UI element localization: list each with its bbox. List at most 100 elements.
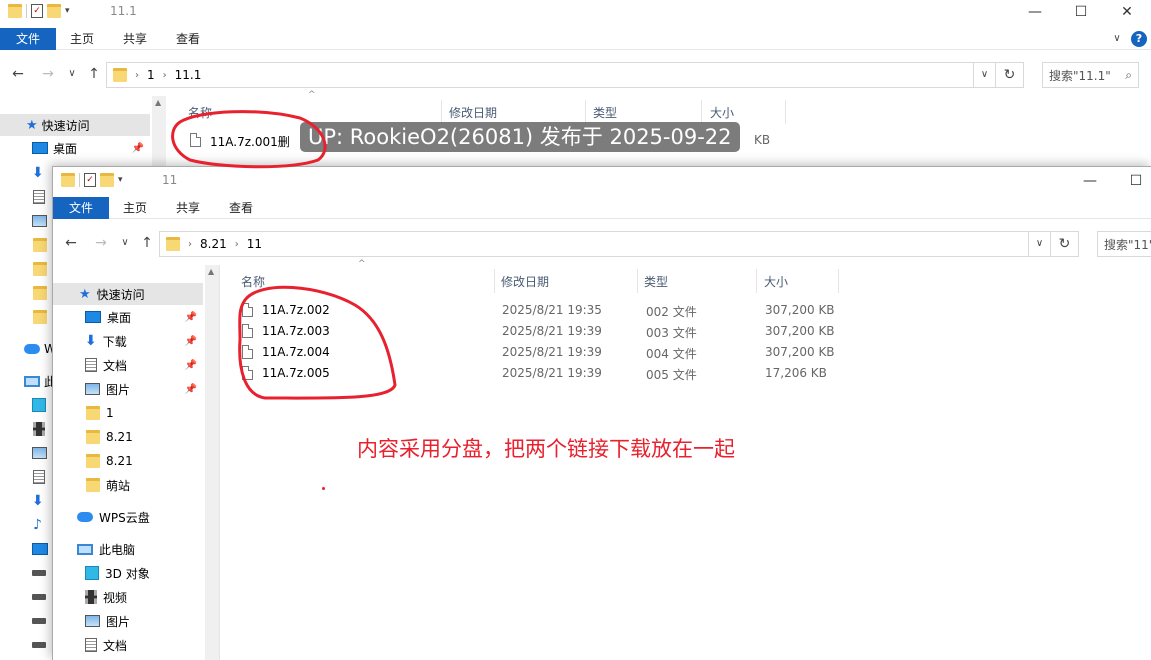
search-input[interactable]: 搜索"11.1" ⌕	[1042, 62, 1139, 88]
column-date[interactable]: 修改日期	[501, 273, 549, 293]
column-type[interactable]: 类型	[644, 273, 668, 293]
address-bar[interactable]: › 1 › 11.1	[106, 62, 974, 88]
forward-button[interactable]: →	[91, 233, 111, 253]
nav-scrollbar[interactable]: ▲	[205, 265, 219, 660]
file-row[interactable]: 11A.7z.004 2025/8/21 19:39 004 文件 307,200 K…	[242, 342, 842, 363]
video-icon	[33, 422, 45, 436]
sidebar-item[interactable]: 视频	[53, 586, 203, 608]
address-bar[interactable]: › 8.21 › 11	[159, 231, 1029, 257]
address-dropdown-chevron-icon[interactable]: ∨	[1029, 231, 1051, 257]
breadcrumb-item[interactable]: 1	[147, 68, 155, 82]
nav-item-desktop[interactable]: 桌面 📌	[0, 137, 150, 159]
column-separator[interactable]	[838, 269, 839, 293]
column-size[interactable]: 大小	[764, 273, 788, 293]
pane-divider[interactable]	[219, 265, 220, 660]
up-button[interactable]: ↑	[84, 64, 104, 84]
column-size[interactable]: 大小	[710, 104, 734, 124]
recent-locations-chevron-icon[interactable]: ∨	[115, 233, 135, 253]
column-separator[interactable]	[494, 269, 495, 293]
column-separator[interactable]	[785, 100, 786, 124]
folder-icon	[33, 238, 47, 252]
quick-access-toolbar-dropdown-icon[interactable]: ▾	[118, 175, 123, 185]
column-name[interactable]: 名称	[241, 273, 265, 293]
folder-icon	[86, 478, 100, 492]
sort-arrow-icon: ^	[308, 90, 316, 100]
tab-file[interactable]: 文件	[53, 197, 109, 219]
sidebar-item[interactable]: 1	[53, 402, 203, 424]
new-folder-icon[interactable]	[47, 4, 61, 18]
tab-view[interactable]: 查看	[221, 197, 261, 219]
file-icon	[242, 302, 253, 317]
quick-access-toolbar-dropdown-icon[interactable]: ▾	[65, 6, 70, 16]
file-row[interactable]: 11A.7z.003 2025/8/21 19:39 003 文件 307,200 K…	[242, 321, 842, 342]
properties-icon[interactable]: ✓	[84, 173, 96, 187]
file-name: 11A.7z.005	[262, 366, 330, 380]
breadcrumb-item[interactable]: 11.1	[175, 68, 202, 82]
folder-icon	[166, 237, 180, 251]
pc-icon	[77, 543, 93, 555]
nav-item-label: 桌面	[107, 310, 132, 325]
breadcrumb-item[interactable]: 8.21	[200, 237, 227, 251]
tab-file[interactable]: 文件	[0, 28, 56, 50]
sidebar-item[interactable]: 图片 📌	[53, 378, 203, 400]
file-row[interactable]: 11A.7z.002 2025/8/21 19:35 002 文件 307,200 K…	[242, 300, 842, 321]
sidebar-item[interactable]: 8.21	[53, 426, 203, 448]
column-separator[interactable]	[441, 100, 442, 124]
nav-item-quick-access[interactable]: ★ 快速访问	[0, 114, 150, 136]
column-date[interactable]: 修改日期	[449, 104, 497, 124]
close-button[interactable]: ✕	[1104, 0, 1150, 24]
forward-button[interactable]: →	[38, 64, 58, 84]
sidebar-item[interactable]: 图片	[53, 610, 203, 632]
up-button[interactable]: ↑	[137, 233, 157, 253]
file-row[interactable]: 11A.7z.005 2025/8/21 19:39 005 文件 17,206 KB	[242, 363, 842, 384]
sidebar-item[interactable]: 8.21	[53, 450, 203, 472]
column-type[interactable]: 类型	[593, 104, 617, 124]
sidebar-item[interactable]: 萌站	[53, 474, 203, 496]
sidebar-item[interactable]: WPS云盘	[53, 506, 203, 528]
tab-share[interactable]: 共享	[168, 197, 208, 219]
video-icon	[85, 590, 97, 604]
sidebar-item[interactable]: 文档	[53, 634, 203, 656]
minimize-button[interactable]: —	[1067, 169, 1113, 193]
ribbon-expand-chevron-icon[interactable]: ∨	[1110, 28, 1124, 50]
breadcrumb-item[interactable]: 11	[247, 237, 262, 251]
help-icon[interactable]: ?	[1131, 31, 1147, 47]
scroll-up-icon[interactable]: ▲	[208, 267, 214, 276]
scroll-up-icon[interactable]: ▲	[155, 98, 161, 107]
nav-item-label: 快速访问	[41, 118, 90, 133]
column-separator[interactable]	[637, 269, 638, 293]
nav-item-label: WPS云盘	[99, 510, 150, 525]
sidebar-item[interactable]: 3D 对象	[53, 562, 203, 584]
refresh-button[interactable]: ↻	[996, 62, 1024, 88]
tab-home[interactable]: 主页	[62, 28, 102, 50]
column-separator[interactable]	[585, 100, 586, 124]
sidebar-item[interactable]: ★ 快速访问	[53, 283, 203, 305]
new-folder-icon[interactable]	[100, 173, 114, 187]
desktop-icon	[32, 543, 48, 555]
desktop-icon	[85, 311, 101, 323]
maximize-button[interactable]: ☐	[1058, 0, 1104, 24]
star-icon: ★	[26, 117, 38, 133]
address-dropdown-chevron-icon[interactable]: ∨	[974, 62, 996, 88]
column-separator[interactable]	[756, 269, 757, 293]
properties-icon[interactable]: ✓	[31, 4, 43, 18]
tab-view[interactable]: 查看	[168, 28, 208, 50]
refresh-button[interactable]: ↻	[1051, 231, 1079, 257]
column-separator[interactable]	[701, 100, 702, 124]
nav-item-label: 8.21	[106, 430, 133, 444]
maximize-button[interactable]: ☐	[1113, 169, 1151, 193]
sidebar-item[interactable]: 此电脑	[53, 538, 203, 560]
recent-locations-chevron-icon[interactable]: ∨	[62, 64, 82, 84]
back-button[interactable]: ←	[61, 233, 81, 253]
column-name[interactable]: 名称	[188, 104, 212, 124]
back-button[interactable]: ←	[8, 64, 28, 84]
file-type: 005 文件	[646, 368, 697, 382]
sidebar-item[interactable]: 桌面 📌	[53, 306, 203, 328]
search-input[interactable]: 搜索"11"	[1097, 231, 1151, 257]
sidebar-item[interactable]: 文档 📌	[53, 354, 203, 376]
sidebar-item[interactable]: ⬇ 下载 📌	[53, 330, 203, 352]
tab-home[interactable]: 主页	[115, 197, 155, 219]
minimize-button[interactable]: —	[1012, 0, 1058, 24]
tab-share[interactable]: 共享	[115, 28, 155, 50]
folder-icon	[86, 430, 100, 444]
